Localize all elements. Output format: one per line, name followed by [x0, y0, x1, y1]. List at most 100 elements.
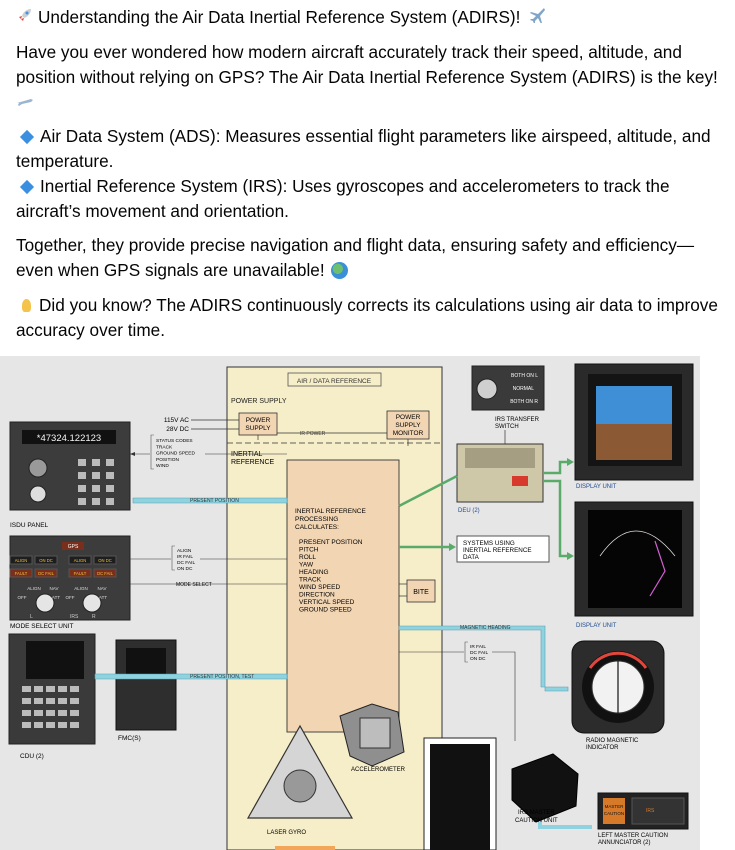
knob-label: OFF — [66, 595, 75, 600]
post-together: Together, they provide precise navigatio… — [16, 235, 695, 280]
power-supply-box-l1: POWER — [246, 417, 271, 424]
calc-item: PITCH — [299, 547, 319, 554]
msu-button-label: DC FAIL — [38, 571, 54, 576]
irs-label: IRS — [70, 614, 79, 620]
air-data-reference-label: AIR / DATA REFERENCE — [297, 378, 372, 385]
mode-label-item: DC FAIL — [177, 560, 195, 566]
ir-power-label: IR POWER — [300, 431, 326, 437]
laser-gyro-label: LASER GYRO — [267, 830, 306, 836]
blue-diamond-icon — [19, 179, 35, 195]
calc-item: PRESENT POSITION — [299, 539, 363, 546]
calc-item: ROLL — [299, 554, 316, 561]
msu-button-label: ALIGN — [74, 558, 87, 563]
irs-r-label: R — [92, 614, 96, 620]
calc-item: HEADING — [299, 569, 329, 576]
mode-label-item: ON DC — [177, 566, 193, 572]
adirs-diagram-svg: AIR / DATA REFERENCE POWER SUPPLY POWER … — [0, 356, 735, 850]
irs-transfer-switch-l2: SWITCH — [495, 424, 519, 430]
switch-label-0: BOTH ON L — [511, 373, 538, 379]
adirs-diagram: AIR / DATA REFERENCE POWER SUPPLY POWER … — [0, 356, 735, 850]
msu-button-label: ON DC — [98, 558, 112, 563]
inertial-reference-l2: REFERENCE — [231, 459, 275, 466]
calc-item: DIRECTION — [299, 592, 335, 599]
psm-l3: MONITOR — [393, 430, 424, 437]
rocket-icon — [16, 5, 34, 30]
post-ads-para: Air Data System (ADS): Measures essentia… — [16, 124, 728, 173]
calc-item: GROUND SPEED — [299, 607, 352, 614]
ac-115-label: 115V AC — [164, 417, 189, 424]
left-master-caution-l1: LEFT MASTER CAUTION — [598, 833, 668, 839]
msu-button-label: FAULT — [74, 571, 87, 576]
irs-transfer-switch-l1: IRS TRANSFER — [495, 417, 540, 423]
knob-label: OFF — [18, 595, 27, 600]
knob-label: ALIGN — [27, 586, 41, 591]
left-master-caution-l2: ANNUNCIATOR (2) — [598, 840, 650, 846]
post-did-you-know-para: Did you know? The ADIRS continuously cor… — [16, 293, 728, 342]
post-irs: Inertial Reference System (IRS): Uses gy… — [16, 176, 670, 221]
irs-l-label: L — [30, 614, 33, 620]
post-title: Understanding the Air Data Inertial Refe… — [38, 7, 521, 27]
calc-item: YAW — [299, 562, 314, 569]
irs-master-caution-l2: CAUTION UNIT — [515, 818, 558, 824]
blue-diamond-icon — [19, 129, 35, 145]
mode-select-unit-label: MODE SELECT UNIT — [10, 623, 73, 630]
status-code-item: GROUND SPEED — [156, 451, 195, 457]
display-unit-label-1: DISPLAY UNIT — [576, 484, 617, 490]
systems-using-l2: INERTIAL REFERENCE — [463, 547, 532, 554]
status-code-item: TRACK — [156, 444, 173, 450]
globe-icon — [331, 261, 349, 279]
switch-label-1: NORMAL — [513, 386, 535, 392]
ir-fail-label-item: ON DC — [470, 656, 486, 662]
post-title-line: Understanding the Air Data Inertial Refe… — [16, 5, 728, 30]
dc-28-label: 28V DC — [166, 426, 189, 433]
power-supply-box-l2: SUPPLY — [245, 425, 271, 432]
post-intro: Have you ever wondered how modern aircra… — [16, 42, 718, 87]
post-body: Understanding the Air Data Inertial Refe… — [0, 0, 735, 356]
annunciator-master: MASTER — [605, 804, 625, 809]
calc-item: TRACK — [299, 577, 322, 584]
rmi-l1: RADIO MAGNETIC — [586, 738, 639, 744]
systems-using-l3: DATA — [463, 554, 480, 561]
present-position-label: PRESENT POSITION — [190, 498, 239, 504]
knob-label: ATT — [52, 595, 60, 600]
mode-label-item: IR FAIL — [177, 554, 193, 560]
knob-label: NAV — [50, 586, 59, 591]
irs-master-caution-l1: IRS MASTER — [518, 810, 555, 816]
switch-label-2: BOTH ON R — [510, 399, 538, 405]
inertial-reference-l1: INERTIAL — [231, 451, 262, 458]
rmi-l2: INDICATOR — [586, 745, 619, 751]
mode-select-label: MODE SELECT — [176, 582, 212, 588]
mode-label-item: ALIGN — [177, 548, 192, 554]
power-supply-label: POWER SUPPLY — [231, 398, 287, 405]
bite-label: BITE — [413, 589, 429, 596]
ir-fail-label-item: DC FAIL — [470, 650, 488, 656]
airplane-icon — [528, 5, 546, 30]
msu-button-label: FAULT — [15, 571, 28, 576]
fmcs-label: FMC(S) — [118, 735, 141, 742]
msu-button-label: ON DC — [39, 558, 53, 563]
psm-l2: SUPPLY — [395, 422, 421, 429]
processing-l3: CALCULATES: — [295, 524, 339, 531]
isdu-display: *47324.122123 — [37, 433, 101, 444]
systems-using-l1: SYSTEMS USING — [463, 540, 515, 547]
post-irs-para: Inertial Reference System (IRS): Uses gy… — [16, 174, 728, 223]
psm-l1: POWER — [396, 414, 421, 421]
calc-item: WIND SPEED — [299, 584, 340, 591]
accelerometer-label: ACCELEROMETER — [351, 767, 406, 773]
display-unit-label-2: DISPLAY UNIT — [576, 623, 617, 629]
knob-label: ATT — [99, 595, 107, 600]
deu-label: DEU (2) — [458, 508, 480, 514]
post-together-para: Together, they provide precise navigatio… — [16, 233, 728, 282]
annunciator-irs: IRS — [646, 808, 655, 814]
status-code-item: POSITION — [156, 457, 179, 463]
airplane-small-icon — [16, 89, 34, 114]
magnetic-heading-label: MAGNETIC HEADING — [460, 625, 511, 631]
msu-button-label: DC FAIL — [97, 571, 113, 576]
gps-label: GPS — [68, 544, 79, 550]
lightbulb-icon — [22, 299, 31, 312]
msu-button-label: ALIGN — [15, 558, 28, 563]
knob-label: ALIGN — [74, 586, 88, 591]
post-ads: Air Data System (ADS): Measures essentia… — [16, 126, 711, 171]
knob-label: NAV — [98, 586, 107, 591]
annunciator-caution: CAUTION — [604, 811, 624, 816]
